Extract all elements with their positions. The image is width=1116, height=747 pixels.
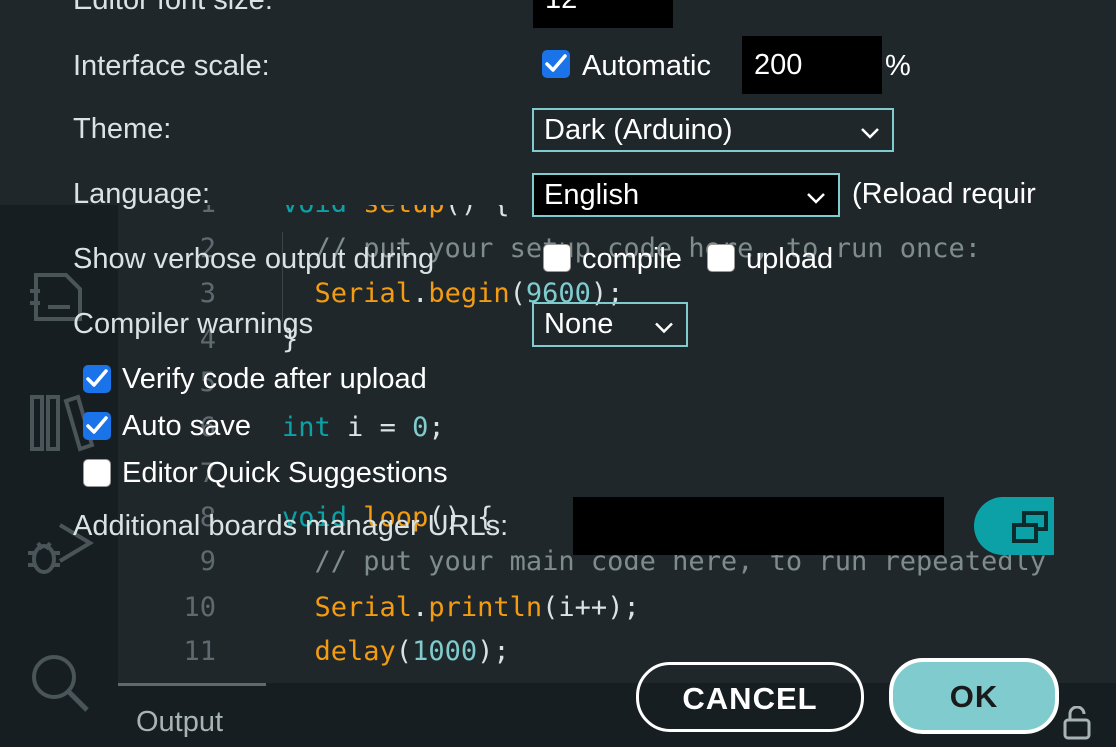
- verify-code-checkbox[interactable]: [83, 365, 111, 393]
- automatic-scale-label: Automatic: [582, 50, 711, 82]
- checkmark-icon: [545, 54, 567, 72]
- auto-save-label: Auto save: [122, 410, 251, 442]
- theme-selected-value: Dark (Arduino): [544, 114, 733, 146]
- compiler-warnings-selected-value: None: [544, 308, 614, 340]
- interface-scale-input[interactable]: 200: [742, 36, 882, 94]
- automatic-scale-checkbox[interactable]: [542, 50, 570, 78]
- lock-icon[interactable]: [1062, 705, 1092, 745]
- percent-unit: %: [885, 50, 911, 82]
- code-line: delay(1000);: [314, 636, 510, 667]
- verbose-upload-checkbox[interactable]: [707, 244, 735, 272]
- cancel-button[interactable]: CANCEL: [636, 662, 864, 732]
- checkmark-icon: [86, 416, 108, 434]
- chevron-down-icon: [806, 175, 826, 215]
- auto-save-checkbox[interactable]: [83, 412, 111, 440]
- verbose-upload-label: upload: [746, 243, 834, 275]
- compiler-warnings-select[interactable]: None: [532, 302, 688, 347]
- ok-button[interactable]: OK: [889, 658, 1059, 734]
- output-tab-label: Output: [136, 706, 224, 738]
- language-selected-value: English: [544, 179, 640, 211]
- editor-font-size-input[interactable]: 12: [533, 0, 673, 28]
- theme-select[interactable]: Dark (Arduino): [532, 108, 894, 152]
- open-window-icon: [1012, 511, 1048, 543]
- language-label: Language:: [73, 178, 211, 210]
- reload-required-note: (Reload requir: [852, 178, 1036, 210]
- boards-urls-label: Additional boards manager URLs:: [73, 510, 509, 542]
- verbose-output-label: Show verbose output during: [73, 243, 435, 275]
- theme-label: Theme:: [73, 113, 172, 145]
- search-icon[interactable]: [28, 651, 92, 720]
- edit-urls-button[interactable]: [974, 497, 1054, 555]
- app-window: 1 2 3 4 5 6 7 8 9 10 11 void setup() { /…: [0, 0, 1116, 747]
- verify-code-label: Verify code after upload: [122, 363, 427, 395]
- interface-scale-label: Interface scale:: [73, 50, 270, 82]
- line-number: 3: [199, 278, 216, 309]
- line-number: 11: [183, 636, 216, 667]
- quick-suggestions-label: Editor Quick Suggestions: [122, 457, 448, 489]
- chevron-down-icon: [860, 110, 880, 150]
- verbose-compile-label: compile: [582, 243, 682, 275]
- checkmark-icon: [86, 369, 108, 387]
- line-number: 10: [183, 592, 216, 623]
- language-select[interactable]: English: [532, 173, 840, 217]
- quick-suggestions-checkbox[interactable]: [83, 459, 111, 487]
- chevron-down-icon: [654, 304, 674, 345]
- editor-font-size-label: Editor font size:: [73, 0, 273, 16]
- line-number: 9: [199, 546, 216, 577]
- boards-urls-input[interactable]: [573, 497, 944, 555]
- code-line: int i = 0;: [282, 412, 445, 443]
- verbose-compile-checkbox[interactable]: [543, 244, 571, 272]
- code-line: Serial.println(i++);: [314, 592, 640, 623]
- compiler-warnings-label: Compiler warnings: [73, 308, 314, 340]
